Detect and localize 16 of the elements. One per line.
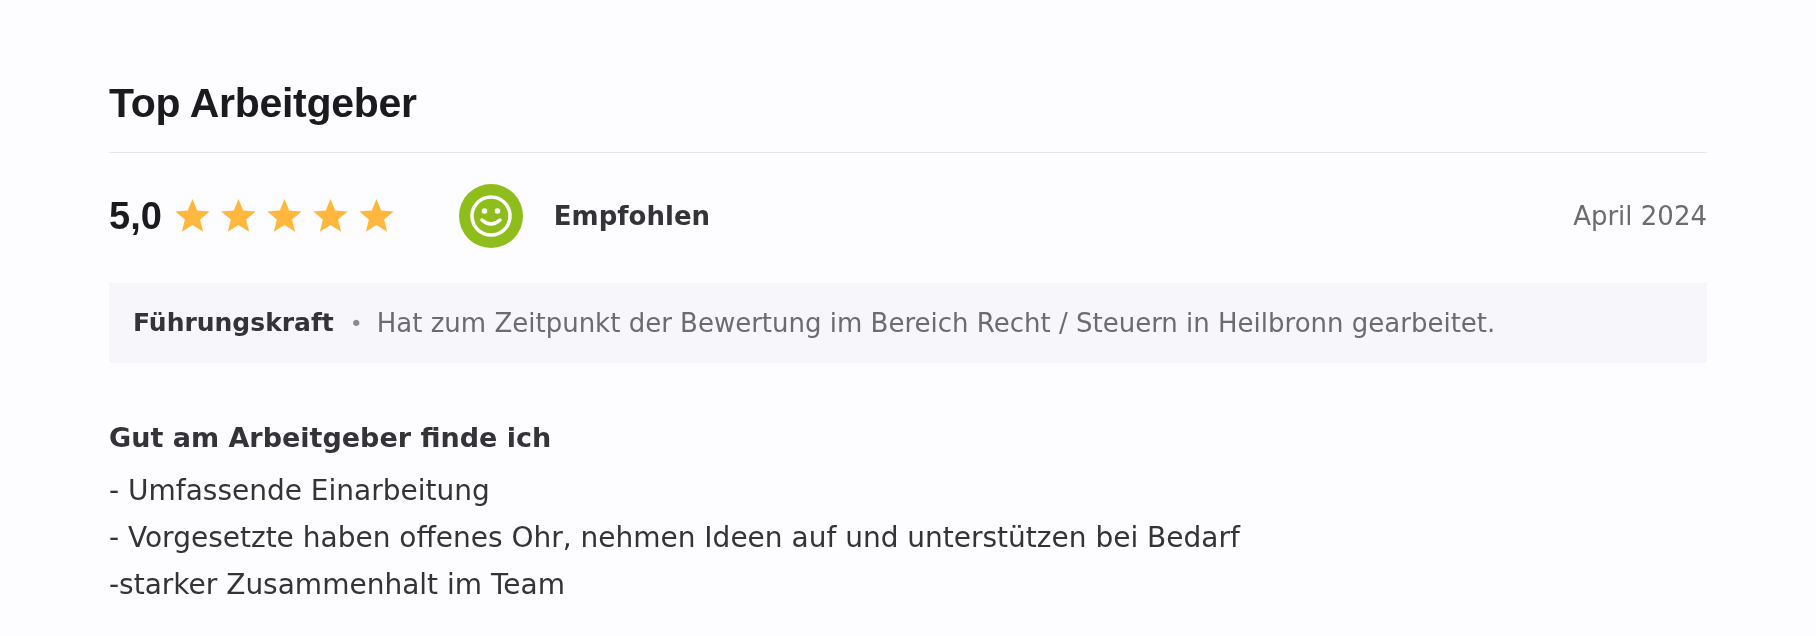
pros-heading: Gut am Arbeitgeber finde ich bbox=[109, 421, 552, 455]
pros-line: -starker Zusammenhalt im Team bbox=[109, 567, 565, 603]
pros-line: - Umfassende Einarbeitung bbox=[109, 473, 490, 509]
review-date: April 2024 bbox=[1573, 199, 1707, 233]
recommendation-label: Empfohlen bbox=[553, 199, 711, 233]
star-icon bbox=[265, 198, 303, 234]
rating-score: 5,0 bbox=[109, 197, 162, 235]
star-icon bbox=[311, 198, 349, 234]
pros-line: - Vorgesetzte haben offenes Ohr, nehmen Ideen auf und unterstützen bei Bedarf bbox=[109, 520, 1240, 556]
star-icon bbox=[173, 198, 211, 234]
reviewer-description: Hat zum Zeitpunkt der Bewertung im Bereich Recht / Steuern in Heilbronn gearbeitet. bbox=[376, 306, 1496, 340]
star-icon bbox=[219, 198, 257, 234]
reviewer-role: Führungskraft bbox=[133, 307, 334, 340]
section-title: Top Arbeitgeber bbox=[109, 79, 417, 128]
star-icon bbox=[357, 198, 395, 234]
separator-bullet: • bbox=[349, 309, 363, 338]
